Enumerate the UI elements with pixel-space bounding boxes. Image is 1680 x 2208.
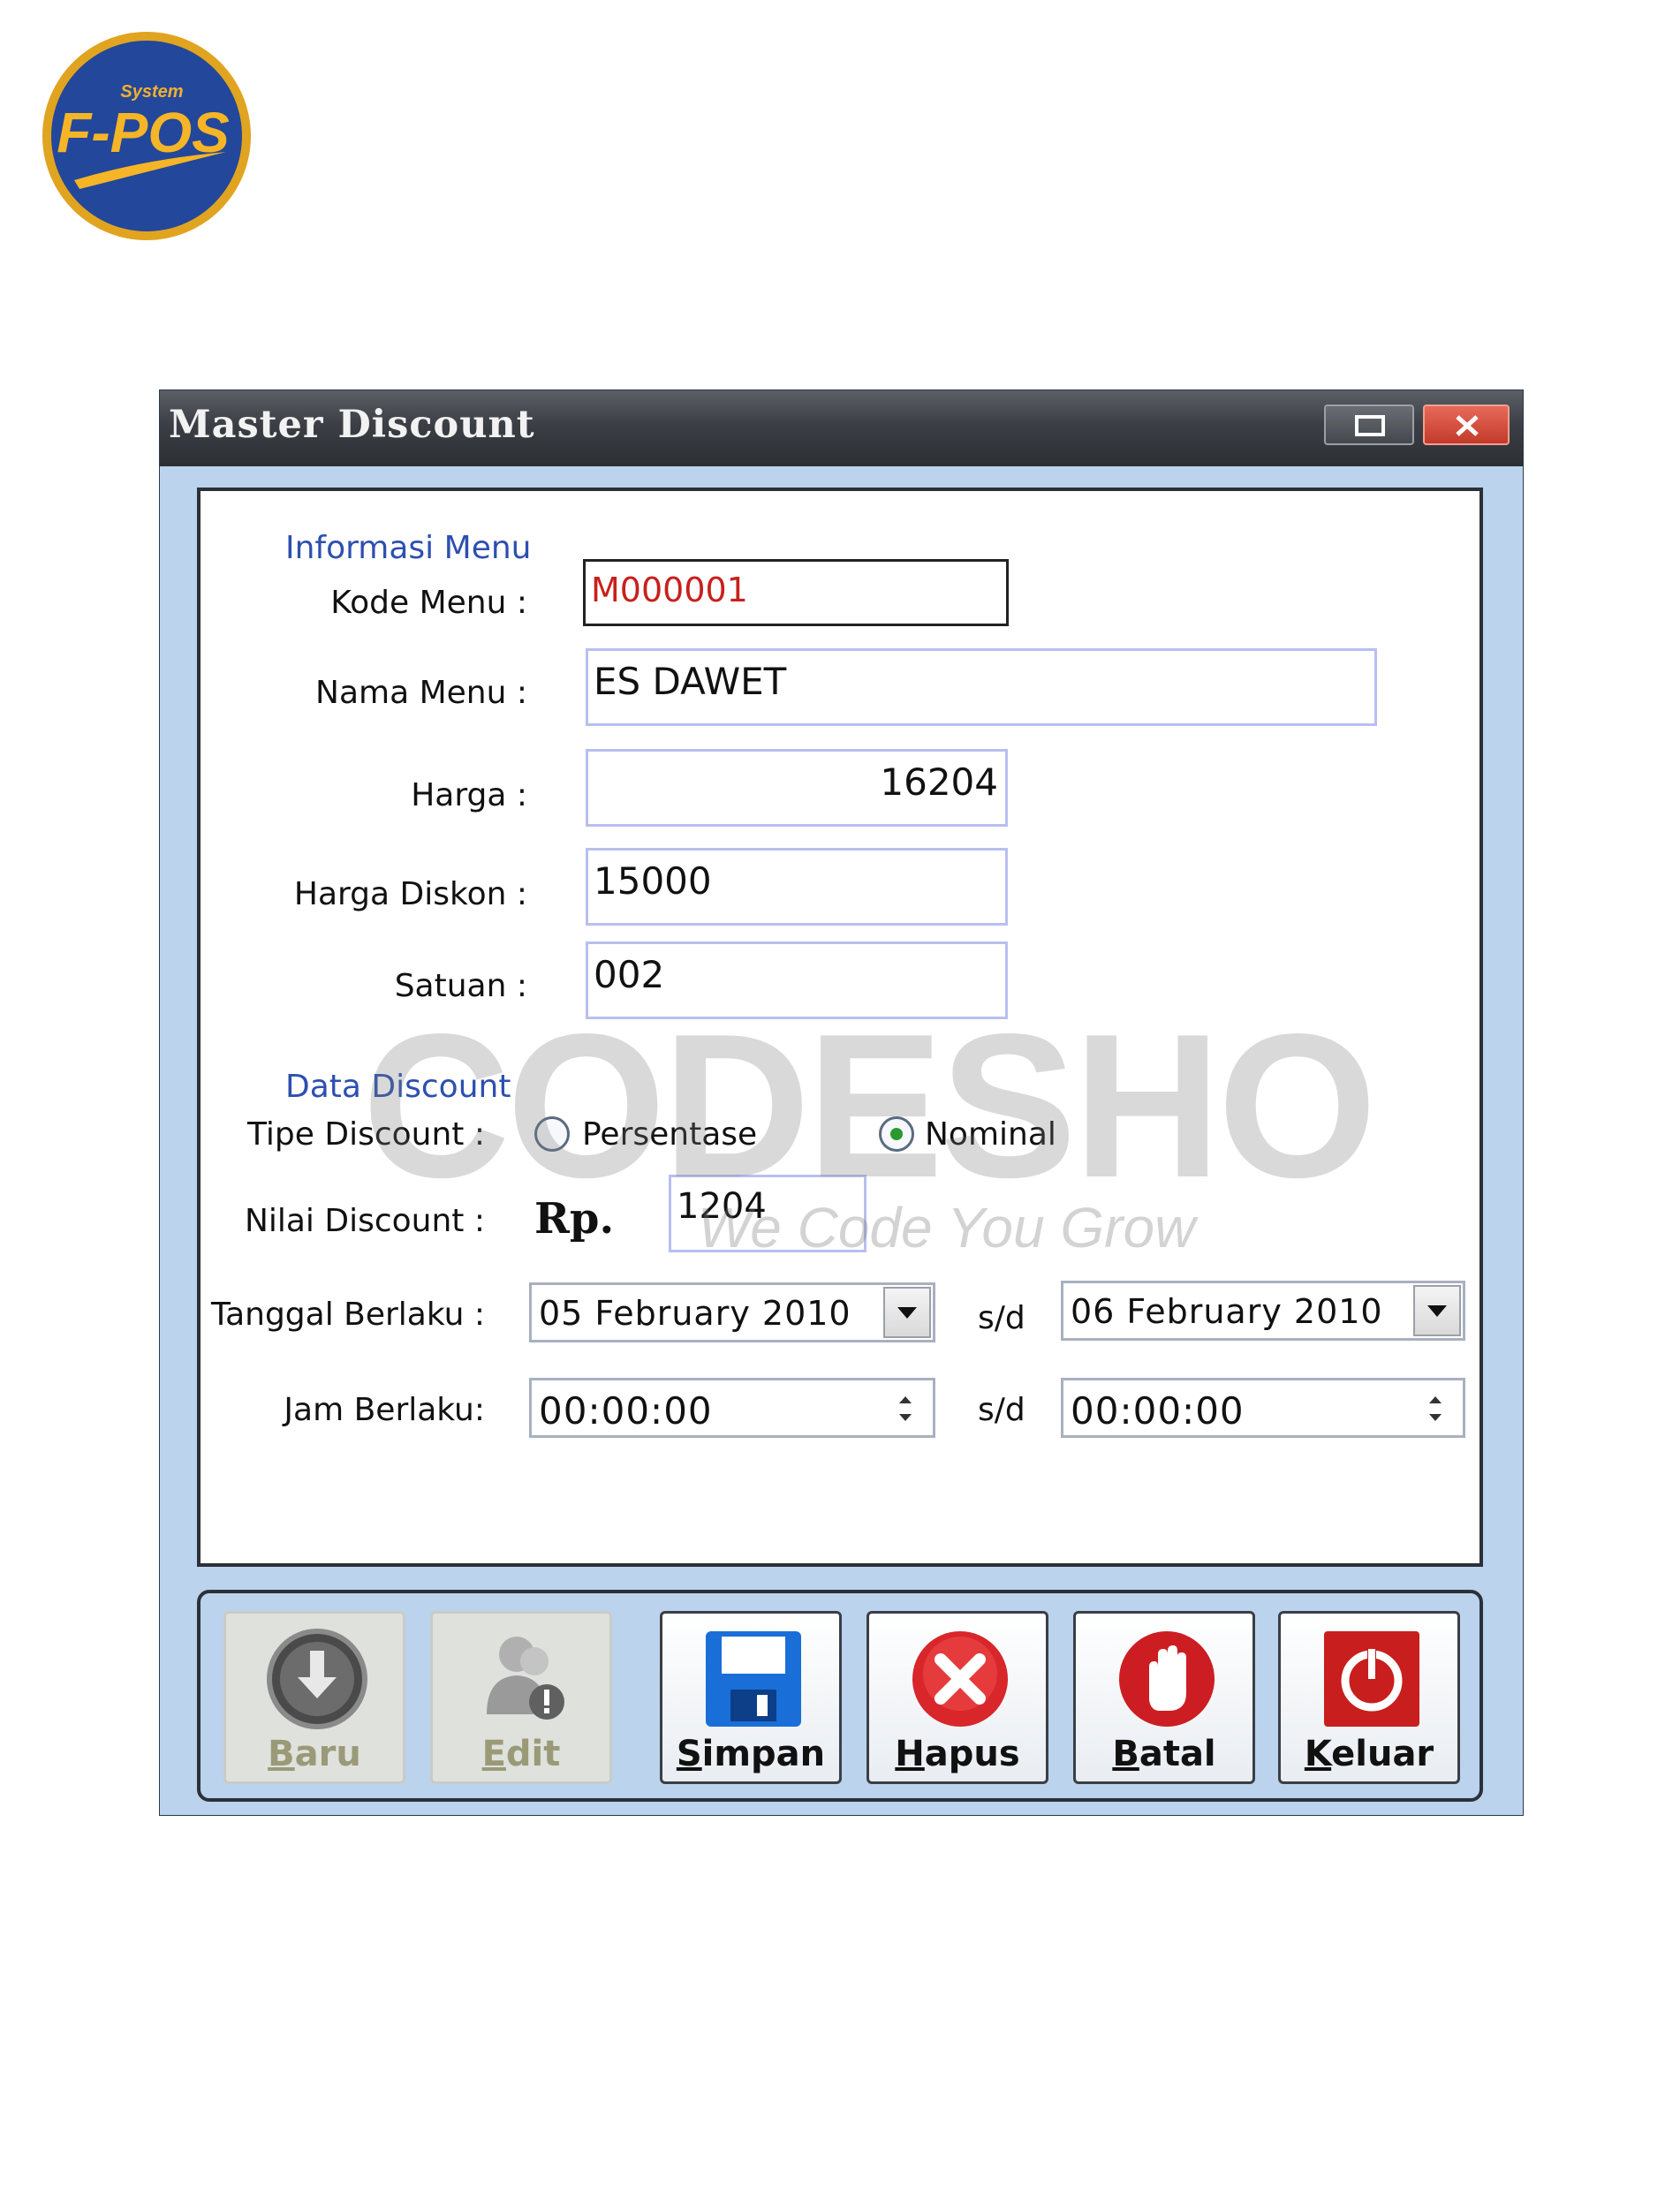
tanggal-from-value: 05 February 2010 <box>539 1294 851 1333</box>
radio-persentase[interactable] <box>534 1116 570 1152</box>
simpan-label: Simpan <box>676 1734 826 1774</box>
title-bar: Master Discount <box>160 390 1523 466</box>
jam-from-field[interactable]: 00:00:00 <box>529 1378 935 1438</box>
baru-button[interactable]: Baru <box>223 1611 405 1784</box>
section-title-data-discount: Data Discount <box>285 1069 511 1105</box>
batal-label: Batal <box>1112 1734 1216 1774</box>
form-panel: Informasi Menu Kode Menu : M000001 Nama … <box>197 488 1483 1567</box>
window-title: Master Discount <box>169 403 535 447</box>
nilai-discount-field[interactable]: 1204 <box>669 1175 866 1252</box>
harga-diskon-label: Harga Diskon : <box>293 876 527 912</box>
kode-menu-label: Kode Menu : <box>330 585 527 621</box>
keluar-label: Keluar <box>1304 1734 1434 1774</box>
kode-menu-field[interactable]: M000001 <box>583 559 1009 626</box>
simpan-button[interactable]: Simpan <box>660 1611 842 1784</box>
jam-to-field[interactable]: 00:00:00 <box>1061 1378 1465 1438</box>
spinner-arrows-icon <box>1429 1396 1442 1421</box>
nilai-discount-label: Nilai Discount : <box>244 1203 485 1239</box>
download-icon <box>267 1629 367 1729</box>
sd-label-tanggal: s/d <box>978 1300 1025 1336</box>
baru-label: Baru <box>268 1734 361 1774</box>
harga-label: Harga : <box>411 777 527 813</box>
close-icon <box>1456 415 1479 436</box>
tanggal-to-value: 06 February 2010 <box>1071 1292 1383 1331</box>
satuan-label: Satuan : <box>394 968 527 1004</box>
radio-nominal[interactable] <box>879 1116 914 1152</box>
jam-from-value: 00:00:00 <box>539 1389 713 1433</box>
button-toolbar: Baru Edit Simpan Hapus Batal Keluar <box>197 1590 1483 1802</box>
delete-x-icon <box>912 1631 1008 1727</box>
tanggal-from-dropdown-button[interactable] <box>883 1287 931 1338</box>
edit-button[interactable]: Edit <box>430 1611 612 1784</box>
jam-to-value: 00:00:00 <box>1071 1389 1245 1433</box>
jam-berlaku-label: Jam Berlaku: <box>284 1392 485 1428</box>
radio-selected-dot <box>890 1128 903 1140</box>
close-button[interactable] <box>1423 405 1510 445</box>
harga-field[interactable]: 16204 <box>586 749 1008 827</box>
fpos-logo: System F-POS <box>39 28 254 244</box>
tanggal-to-dropdown-button[interactable] <box>1413 1285 1461 1336</box>
master-discount-window: Master Discount Informasi Menu Kode Menu… <box>159 389 1524 1816</box>
restore-icon <box>1355 415 1385 436</box>
tanggal-from-picker[interactable]: 05 February 2010 <box>529 1282 935 1342</box>
nama-menu-field[interactable]: ES DAWET <box>586 648 1377 726</box>
jam-from-spinner[interactable] <box>882 1384 929 1433</box>
power-icon <box>1324 1631 1419 1727</box>
users-edit-icon <box>487 1637 564 1720</box>
nama-menu-label: Nama Menu : <box>315 675 527 711</box>
jam-to-spinner[interactable] <box>1411 1384 1459 1433</box>
radio-nominal-label: Nominal <box>925 1116 1056 1153</box>
tipe-discount-label: Tipe Discount : <box>247 1116 485 1153</box>
floppy-disk-icon <box>706 1631 801 1727</box>
sd-label-jam: s/d <box>978 1392 1025 1428</box>
restore-button[interactable] <box>1324 405 1414 445</box>
spinner-arrows-icon <box>899 1396 912 1421</box>
chevron-down-icon <box>1427 1305 1447 1317</box>
tanggal-berlaku-label: Tanggal Berlaku : <box>211 1297 485 1333</box>
currency-label: Rp. <box>534 1194 615 1244</box>
hapus-label: Hapus <box>895 1734 1020 1774</box>
keluar-button[interactable]: Keluar <box>1278 1611 1460 1784</box>
tanggal-to-picker[interactable]: 06 February 2010 <box>1061 1281 1465 1341</box>
stop-hand-icon <box>1119 1631 1215 1727</box>
batal-button[interactable]: Batal <box>1073 1611 1255 1784</box>
logo-small-text: System <box>120 82 183 102</box>
radio-persentase-label: Persentase <box>582 1116 758 1153</box>
satuan-field[interactable]: 002 <box>586 941 1008 1019</box>
harga-diskon-field[interactable]: 15000 <box>586 848 1008 926</box>
chevron-down-icon <box>897 1307 917 1319</box>
hapus-button[interactable]: Hapus <box>866 1611 1048 1784</box>
edit-label: Edit <box>481 1734 561 1774</box>
section-title-informasi-menu: Informasi Menu <box>285 530 532 566</box>
